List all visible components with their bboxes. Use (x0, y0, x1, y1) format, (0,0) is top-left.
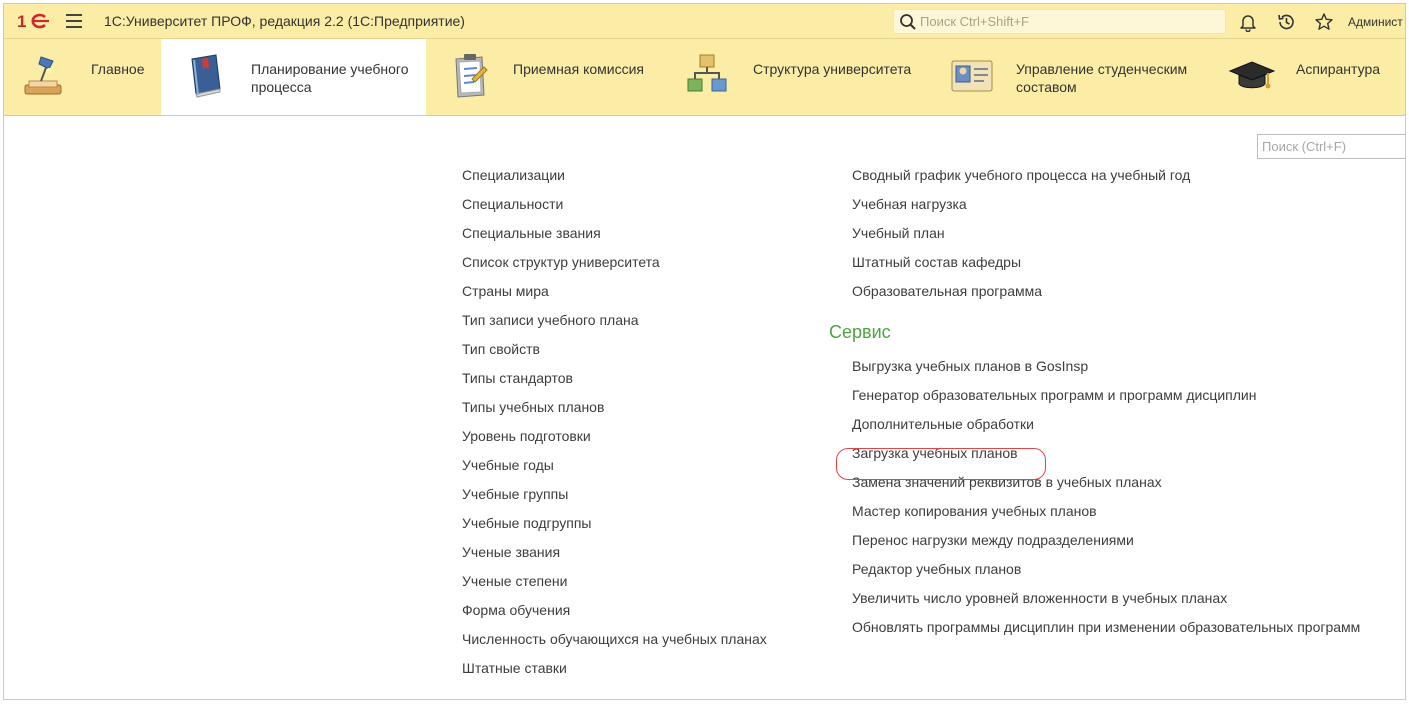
graduation-cap-icon (1228, 61, 1276, 89)
nav-link[interactable]: Ученые степени (462, 571, 767, 600)
nav-link[interactable]: Учебные группы (462, 484, 767, 513)
left-links-column: Специализации Специальности Специальные … (462, 165, 767, 687)
section-label: Структура университета (753, 61, 912, 77)
history-icon[interactable] (1276, 12, 1296, 32)
service-link[interactable]: Мастер копирования учебных планов (852, 501, 1360, 530)
desk-lamp-icon (24, 56, 62, 95)
notifications-bell-icon[interactable] (1238, 12, 1258, 32)
service-link[interactable]: Замена значений реквизитов в учебных пла… (852, 472, 1360, 501)
book-icon (191, 54, 221, 98)
nav-link[interactable]: Численность обучающихся на учебных плана… (462, 629, 767, 658)
section-label: Аспирантура (1296, 61, 1381, 77)
nav-link[interactable]: Страны мира (462, 281, 767, 310)
search-icon (900, 13, 916, 30)
nav-link[interactable]: Форма обучения (462, 600, 767, 629)
main-menu-icon[interactable] (66, 14, 82, 28)
section-label: Приемная комиссия (513, 61, 644, 77)
nav-link[interactable]: Типы стандартов (462, 368, 767, 397)
user-name[interactable]: Админист (1348, 15, 1403, 29)
nav-link[interactable]: Учебный план (852, 223, 1360, 252)
content-search-input[interactable] (1258, 135, 1405, 158)
service-link[interactable]: Дополнительные обработки (852, 414, 1360, 443)
nav-link[interactable]: Специальные звания (462, 223, 767, 252)
global-search-box[interactable] (893, 9, 1226, 34)
section-postgrad[interactable]: Аспирантура (1223, 39, 1405, 115)
section-structure[interactable]: Структура университета (663, 39, 917, 115)
section-panel: Главное Планирование учебного процесса П… (4, 39, 1405, 116)
app-title: 1С:Университет ПРОФ, редакция 2.2 (1С:Пр… (104, 13, 465, 29)
service-link[interactable]: Редактор учебных планов (852, 559, 1360, 588)
1c-logo-icon[interactable]: 1 (17, 12, 51, 30)
nav-link[interactable]: Учебная нагрузка (852, 194, 1360, 223)
nav-link[interactable]: Тип свойств (462, 339, 767, 368)
nav-link[interactable]: Уровень подготовки (462, 426, 767, 455)
service-link[interactable]: Увеличить число уровней вложенности в уч… (852, 588, 1360, 617)
section-admission[interactable]: Приемная комиссия (426, 39, 663, 115)
nav-link[interactable]: Ученые звания (462, 542, 767, 571)
nav-link[interactable]: Типы учебных планов (462, 397, 767, 426)
section-label-line-1: Планирование учебного (251, 61, 409, 77)
global-search-input[interactable] (920, 14, 1210, 29)
org-structure-icon (687, 54, 727, 92)
service-link[interactable]: Генератор образовательных программ и про… (852, 385, 1360, 414)
service-link[interactable]: Обновлять программы дисциплин при измене… (852, 617, 1360, 646)
section-planning[interactable]: Планирование учебного процесса (161, 39, 426, 115)
nav-link[interactable]: Учебные подгруппы (462, 513, 767, 542)
nav-link[interactable]: Штатные ставки (462, 658, 767, 687)
service-link-highlighted[interactable]: Загрузка учебных планов (852, 443, 1360, 472)
nav-link[interactable]: Сводный график учебного процесса на учеб… (852, 165, 1360, 194)
app-window: 1 1С:Университет ПРОФ, редакция 2.2 (1С:… (3, 3, 1406, 700)
right-links-column: Сводный график учебного процесса на учеб… (829, 165, 1360, 646)
favorites-star-icon[interactable] (1314, 12, 1334, 32)
group-title-service: Сервис (829, 322, 891, 342)
title-bar: 1 1С:Университет ПРОФ, редакция 2.2 (1С:… (4, 4, 1405, 39)
svg-text:1: 1 (17, 12, 26, 30)
section-label-line-2: процесса (251, 79, 312, 95)
section-label-line-2: составом (1016, 79, 1077, 95)
nav-link[interactable]: Учебные годы (462, 455, 767, 484)
service-link[interactable]: Выгрузка учебных планов в GosInsp (852, 356, 1360, 385)
section-label-line-1: Управление студенческим (1016, 61, 1188, 77)
nav-link[interactable]: Образовательная программа (852, 281, 1360, 310)
content-search-box[interactable] (1257, 134, 1405, 159)
nav-link[interactable]: Тип записи учебного плана (462, 310, 767, 339)
section-students[interactable]: Управление студенческим составом (917, 39, 1223, 115)
nav-link[interactable]: Штатный состав кафедры (852, 252, 1360, 281)
nav-link[interactable]: Специальности (462, 194, 767, 223)
id-card-icon (951, 60, 993, 92)
nav-link[interactable]: Специализации (462, 165, 767, 194)
clipboard-icon (455, 54, 488, 98)
section-label: Главное (91, 61, 145, 77)
service-link[interactable]: Перенос нагрузки между подразделениями (852, 530, 1360, 559)
nav-link[interactable]: Список структур университета (462, 252, 767, 281)
section-glavnoe[interactable]: Главное (4, 39, 161, 115)
